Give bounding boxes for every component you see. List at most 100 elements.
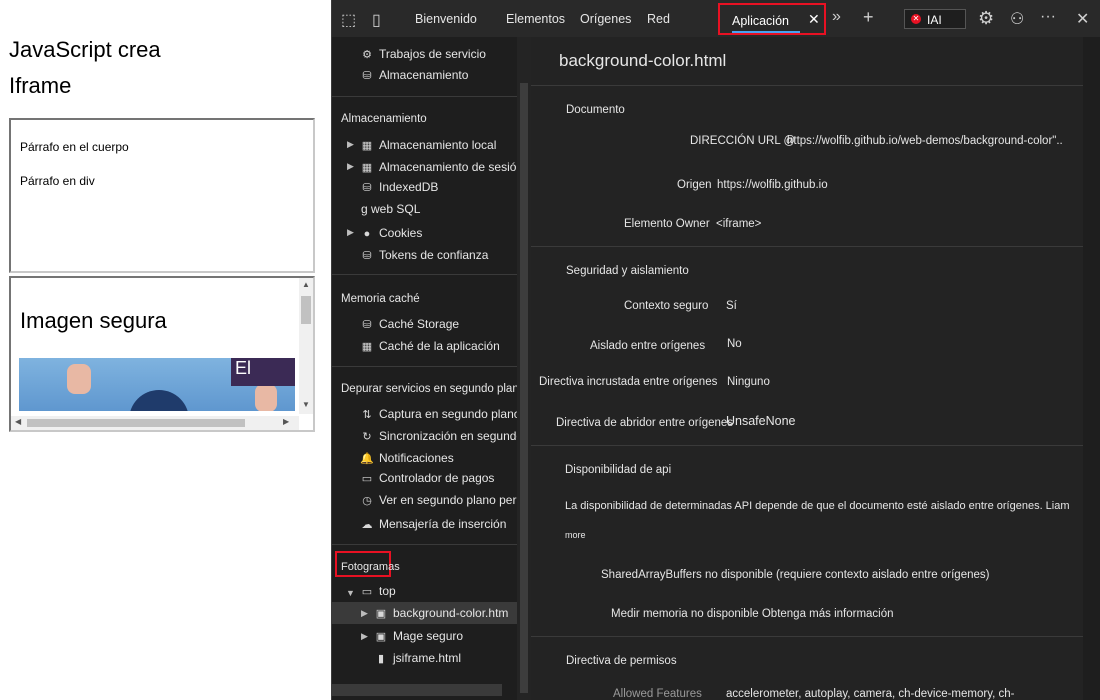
frame-icon: ▣	[375, 608, 387, 620]
tab-origenes[interactable]: Orígenes	[580, 12, 631, 26]
iframe-vertical-scrollbar[interactable]: ▲ ▼	[299, 278, 313, 414]
frame-label: jsiframe.html	[393, 651, 462, 665]
person-head	[129, 390, 189, 411]
sidebar-item-label: Sincronización en segundo plano	[379, 429, 517, 443]
frame-icon: ▣	[375, 631, 387, 643]
active-tab-underline	[732, 31, 800, 33]
sidebar-item-notifications[interactable]: 🔔 Notificaciones	[359, 451, 454, 465]
frame-label: top	[379, 584, 396, 598]
user-profile-icon[interactable]: ⚇	[1010, 9, 1024, 29]
scroll-thumb-horizontal[interactable]	[27, 419, 245, 427]
bell-icon: 🔔	[360, 453, 374, 465]
frame-label: background-color.htm	[393, 606, 509, 620]
add-tab-icon[interactable]: +	[863, 7, 874, 28]
sidebar-item-periodic-sync[interactable]: ◷ Ver en segundo plano periódico	[359, 493, 517, 507]
sidebar-item-background-sync[interactable]: ↻ Sincronización en segundo plano	[359, 429, 517, 443]
close-devtools-icon[interactable]: ✕	[1076, 9, 1089, 29]
paragraph-body: Párrafo en el cuerpo	[20, 140, 129, 154]
divider	[531, 85, 1083, 86]
owner-element-value[interactable]: <iframe>	[716, 218, 761, 230]
sidebar-item-cache-storage[interactable]: ⛁ Caché Storage	[359, 317, 459, 331]
allowed-features-label: Allowed Features	[613, 688, 702, 700]
sidebar-scrollbar[interactable]	[517, 37, 531, 700]
sidebar-item-session-storage[interactable]: ▦ Almacenamiento de sesión	[359, 160, 517, 174]
sidebar-item-web-sql[interactable]: g web SQL	[361, 202, 420, 216]
measure-memory-status: Medir memoria no disponible Obtenga más …	[611, 608, 894, 620]
scroll-thumb[interactable]	[520, 83, 528, 693]
cookie-icon: ●	[363, 228, 371, 240]
scroll-thumb[interactable]	[301, 296, 311, 324]
expand-icon[interactable]: ▶	[361, 608, 368, 619]
sidebar-item-payment-handler[interactable]: ▭ Controlador de pagos	[359, 471, 495, 485]
close-tab-icon[interactable]: ✕	[808, 11, 820, 28]
card-icon: ▭	[361, 473, 373, 485]
tab-bienvenido[interactable]: Bienvenido	[415, 12, 477, 26]
table-icon: ▦	[361, 341, 373, 353]
section-background-services: Depurar servicios en segundo plano	[341, 383, 517, 395]
iframe-horizontal-scrollbar[interactable]: ◀ ▶	[11, 416, 299, 430]
secure-context-label: Contexto seguro	[624, 300, 709, 312]
device-emulation-icon[interactable]: ▯	[372, 10, 381, 30]
sidebar-item-label: Caché Storage	[379, 317, 460, 331]
sidebar-item-service-workers[interactable]: ⚙ Trabajos de servicio	[359, 47, 486, 61]
sidebar-item-label: Mensajería de inserción	[379, 517, 507, 531]
sidebar-item-background-fetch[interactable]: ⇅ Captura en segundo plano	[359, 407, 517, 421]
file-icon: ▮	[377, 653, 385, 665]
expand-icon[interactable]: ▶	[347, 161, 354, 172]
secure-image-heading: Imagen segura	[20, 308, 167, 333]
tab-red[interactable]: Red	[647, 12, 670, 26]
iframe-paragraphs[interactable]: Párrafo en el cuerpo Párrafo en div	[9, 118, 315, 273]
frame-secure-image[interactable]: ▣ Mage seguro	[373, 629, 463, 643]
devtools-panel: ⬚ ▯ Bienvenido Elementos Orígenes Red Ap…	[331, 0, 1100, 700]
cross-origin-isolated-label: Aislado entre orígenes	[590, 340, 706, 352]
expand-icon[interactable]: ▶	[347, 227, 354, 238]
scroll-left-icon[interactable]: ◀	[15, 417, 21, 426]
learn-more-link[interactable]: more	[565, 530, 586, 540]
sidebar-horizontal-scrollbar[interactable]	[332, 684, 502, 696]
gear-icon[interactable]: ⚙	[978, 8, 994, 29]
sidebar-item-label: Trabajos de servicio	[379, 47, 486, 61]
sidebar-item-label: Cookies	[379, 226, 423, 240]
more-options-icon[interactable]: ···	[1040, 8, 1056, 26]
table-icon: ▦	[361, 140, 373, 152]
more-tabs-icon[interactable]: »	[832, 8, 841, 26]
sidebar-item-cookies[interactable]: ● Cookies	[359, 226, 423, 240]
scroll-right-icon[interactable]: ▶	[283, 417, 289, 426]
sidebar-item-local-storage[interactable]: ▦ Almacenamiento local	[359, 138, 497, 152]
clock-icon: ◷	[362, 495, 372, 507]
sidebar-item-label: Captura en segundo plano	[379, 407, 517, 421]
image-sign: El	[231, 358, 295, 386]
frame-top[interactable]: ▭ top	[359, 584, 396, 598]
database-icon: ⛁	[362, 250, 372, 262]
scroll-down-icon[interactable]: ▼	[302, 400, 310, 409]
section-security: Seguridad y aislamiento	[566, 265, 689, 277]
iframe-secure-image[interactable]: Imagen segura El ▲ ▼ ◀ ▶	[9, 276, 315, 432]
sidebar-item-app-cache[interactable]: ▦ Caché de la aplicación	[359, 339, 500, 353]
sidebar-item-storage[interactable]: ⛁ Almacenamiento	[359, 68, 468, 82]
sidebar-item-trust-tokens[interactable]: ⛁ Tokens de confianza	[359, 248, 488, 262]
sidebar-item-indexeddb[interactable]: ⛁ IndexedDB	[359, 180, 438, 194]
frame-title: background-color.html	[559, 51, 727, 70]
issues-badge[interactable]: ✕ IAI	[904, 9, 966, 29]
tab-aplicacion[interactable]: Aplicación ✕	[718, 3, 826, 35]
divider	[531, 246, 1083, 247]
frame-jsiframe[interactable]: ▮ jsiframe.html	[373, 651, 461, 665]
allowed-features-value: accelerometer, autoplay, camera, ch-devi…	[726, 688, 1015, 700]
sidebar-item-label: Almacenamiento	[379, 68, 469, 82]
gear-icon: ⚙	[362, 49, 372, 61]
frame-background-color[interactable]: ▣ background-color.htm	[373, 606, 509, 620]
main-scrollbar[interactable]	[1083, 37, 1100, 700]
scroll-up-icon[interactable]: ▲	[302, 280, 310, 289]
expand-icon[interactable]: ▶	[347, 139, 354, 150]
database-icon: ⛁	[362, 319, 372, 331]
tab-elementos[interactable]: Elementos	[506, 12, 565, 26]
protest-image: El	[19, 358, 295, 411]
url-value[interactable]: https://wolfib.github.io/web-demos/backg…	[787, 135, 1063, 147]
collapse-icon[interactable]: ▼	[346, 588, 355, 598]
sidebar-item-label: Controlador de pagos	[379, 471, 495, 485]
application-sidebar: ⚙ Trabajos de servicio ⛁ Almacenamiento Al…	[332, 37, 517, 700]
devtools-toolbar: ⬚ ▯ Bienvenido Elementos Orígenes Red Ap…	[332, 0, 1100, 37]
expand-icon[interactable]: ▶	[361, 631, 368, 642]
sidebar-item-push-messaging[interactable]: ☁ Mensajería de inserción	[359, 517, 507, 531]
inspect-element-icon[interactable]: ⬚	[341, 10, 356, 30]
